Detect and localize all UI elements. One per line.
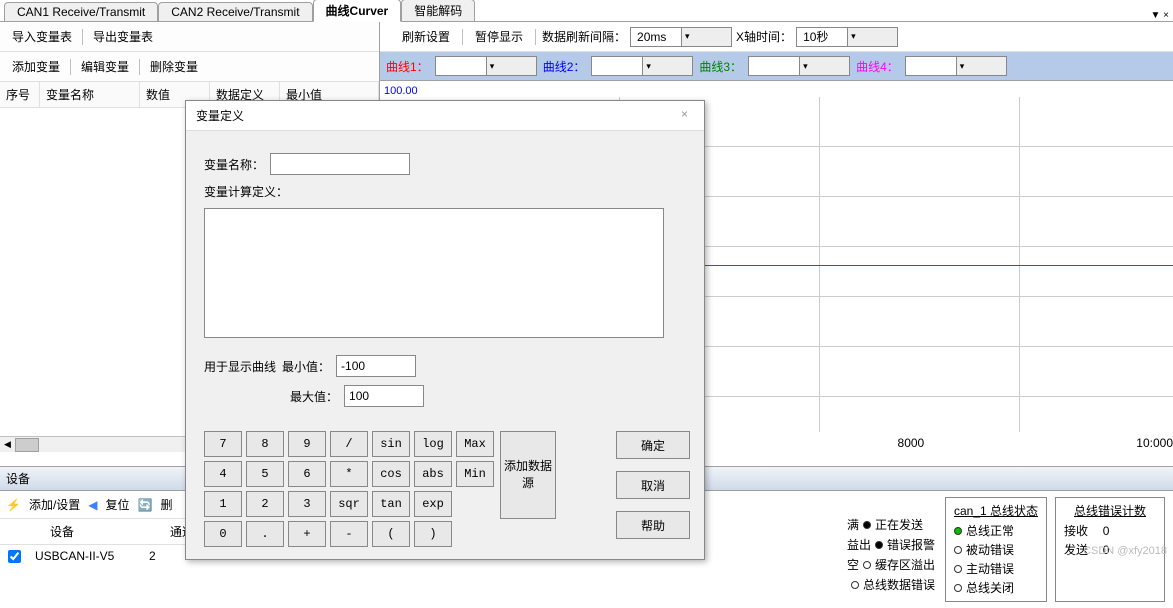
key-rparen[interactable]: ) [414,521,452,547]
key-1[interactable]: 1 [204,491,242,517]
key-cos[interactable]: cos [372,461,410,487]
xaxis-combo[interactable]: 10秒▾ [796,27,898,47]
key-2[interactable]: 2 [246,491,284,517]
col-name[interactable]: 变量名称 [40,82,140,107]
interval-label: 数据刷新间隔： [542,28,626,45]
key-9[interactable]: 9 [288,431,326,457]
key-sqr[interactable]: sqr [330,491,368,517]
help-button[interactable]: 帮助 [616,511,690,539]
tab-decode[interactable]: 智能解码 [401,0,475,21]
var-toolbar-2: 添加变量 编辑变量 删除变量 [0,52,379,82]
var-name-input[interactable] [270,153,410,175]
reset-icon: ◀ [88,498,97,512]
bus-status-title: can_1 总线状态 [954,502,1038,519]
dialog-titlebar[interactable]: 变量定义 × [186,101,704,131]
key-0[interactable]: 0 [204,521,242,547]
tab-overflow-icon[interactable]: ▼ × [1150,10,1169,21]
key-7[interactable]: 7 [204,431,242,457]
edit-var-button[interactable]: 编辑变量 [75,56,135,77]
key-lparen[interactable]: ( [372,521,410,547]
xaxis-label: X轴时间： [736,28,792,45]
key-4[interactable]: 4 [204,461,242,487]
min-input[interactable] [336,355,416,377]
tab-curver[interactable]: 曲线Curver [313,0,402,22]
delete-var-button[interactable]: 删除变量 [144,56,204,77]
reset-device-button[interactable]: 复位 [100,494,136,515]
variable-define-dialog: 变量定义 × 变量名称： 变量计算定义： 用于显示曲线 最小值： 最大值： 7 … [185,100,705,560]
min-label: 最小值： [282,358,330,375]
interval-combo[interactable]: 20ms▾ [630,27,732,47]
refresh-settings-button[interactable]: 刷新设置 [396,26,456,47]
add-device-button[interactable]: 添加/设置 [23,494,86,515]
var-name-label: 变量名称： [204,156,264,173]
watermark: CSDN @xfy2018 [1083,545,1167,557]
close-icon[interactable]: × [675,107,694,124]
cancel-button[interactable]: 取消 [616,471,690,499]
ok-button[interactable]: 确定 [616,431,690,459]
key-mul[interactable]: * [330,461,368,487]
separator [139,59,140,75]
keypad: 7 8 9 / sin log Max 4 5 6 * cos abs Min … [204,431,494,547]
var-toolbar-1: 导入变量表 导出变量表 [0,22,379,52]
curve3-combo[interactable]: ▾ [748,56,850,76]
curve2-label: 曲线2： [543,58,586,75]
curve4-label: 曲线4： [856,58,899,75]
separator [82,29,83,45]
key-5[interactable]: 5 [246,461,284,487]
separator [70,59,71,75]
bus-status-box: can_1 总线状态 总线正常 被动错误 主动错误 总线关闭 [945,497,1047,602]
chart-ymax-label: 100.00 [384,85,418,97]
curve-toolbar-1: 刷新设置 暂停显示 数据刷新间隔： 20ms▾ X轴时间： 10秒▾ [380,22,1173,52]
lightning-icon: ⚡ [6,498,21,512]
key-minus[interactable]: - [330,521,368,547]
curve2-combo[interactable]: ▾ [591,56,693,76]
var-expr-textarea[interactable] [204,208,664,338]
delete-icon: 🔄 [138,498,153,512]
add-var-button[interactable]: 添加变量 [6,56,66,77]
key-plus[interactable]: + [288,521,326,547]
max-label: 最大值： [290,388,338,405]
separator [535,29,536,45]
curve4-combo[interactable]: ▾ [905,56,1007,76]
max-input[interactable] [344,385,424,407]
tab-can1[interactable]: CAN1 Receive/Transmit [4,2,158,21]
key-exp[interactable]: exp [414,491,452,517]
dialog-title-text: 变量定义 [196,107,244,124]
key-abs[interactable]: abs [414,461,452,487]
var-expr-label: 变量计算定义： [204,183,288,200]
key-6[interactable]: 6 [288,461,326,487]
key-sin[interactable]: sin [372,431,410,457]
curve-select-toolbar: 曲线1： ▾ 曲线2： ▾ 曲线3： ▾ 曲线4： ▾ [380,52,1173,81]
key-log[interactable]: log [414,431,452,457]
col-device[interactable]: 设备 [40,521,160,542]
main-tabbar: CAN1 Receive/Transmit CAN2 Receive/Trans… [0,0,1173,22]
pause-display-button[interactable]: 暂停显示 [469,26,529,47]
curve3-label: 曲线3： [699,58,742,75]
curve1-combo[interactable]: ▾ [435,56,537,76]
import-vars-button[interactable]: 导入变量表 [6,26,78,47]
bus-error-title: 总线错误计数 [1064,502,1156,519]
key-dot[interactable]: . [246,521,284,547]
key-tan[interactable]: tan [372,491,410,517]
delete-device-button[interactable]: 删 [155,494,179,515]
add-datasource-button[interactable]: 添加数据源 [500,431,556,519]
key-8[interactable]: 8 [246,431,284,457]
curve1-label: 曲线1： [386,58,429,75]
tab-can2[interactable]: CAN2 Receive/Transmit [158,2,312,21]
key-max[interactable]: Max [456,431,494,457]
export-vars-button[interactable]: 导出变量表 [87,26,159,47]
separator [462,29,463,45]
range-label: 用于显示曲线 [204,358,276,375]
col-seq[interactable]: 序号 [0,82,40,107]
key-div[interactable]: / [330,431,368,457]
key-min[interactable]: Min [456,461,494,487]
key-3[interactable]: 3 [288,491,326,517]
status-partial: 满正在发送 益出错误报警 空缓存区溢出 总线数据错误 [847,495,941,604]
